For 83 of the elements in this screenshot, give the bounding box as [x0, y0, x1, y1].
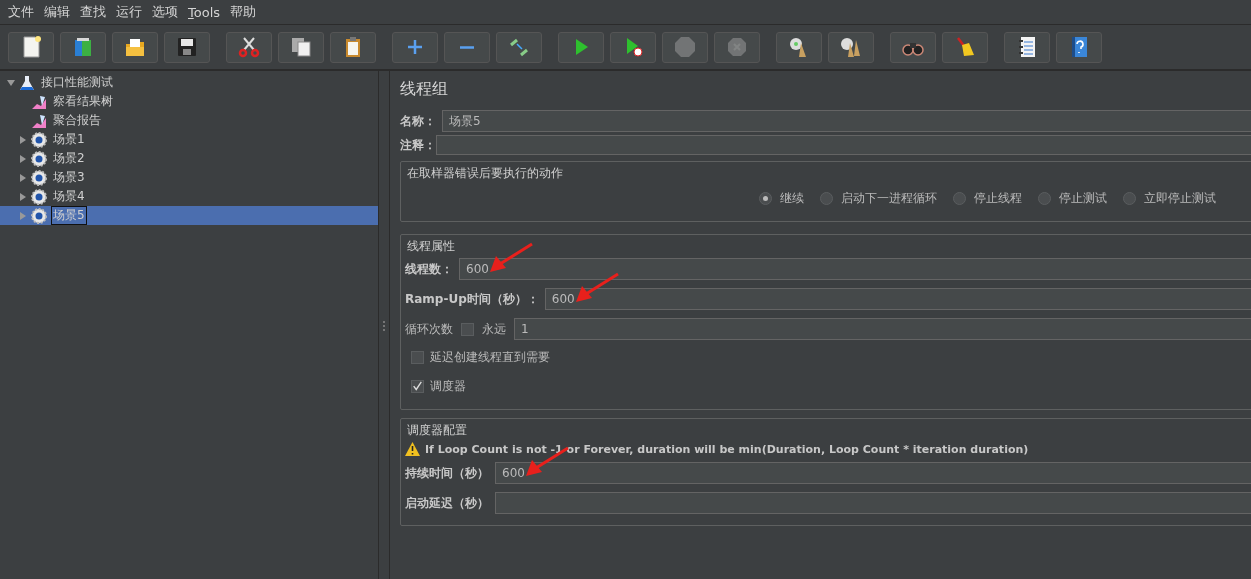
checkbox-label: 调度器 [430, 378, 466, 395]
warning-icon [405, 442, 420, 456]
input-field[interactable] [495, 492, 1251, 514]
radio-label: 继续 [780, 190, 804, 207]
toolbar-button[interactable] [1004, 31, 1050, 63]
expand-icon [19, 211, 27, 220]
toolbar-button[interactable] [828, 31, 874, 63]
menu-item[interactable]: 编辑 [40, 3, 74, 21]
radio-button[interactable] [759, 192, 772, 205]
expand-icon [19, 135, 27, 144]
field-label: 循环次数 [405, 320, 453, 338]
stop-sign-icon [673, 35, 697, 59]
collapse-icon [7, 78, 15, 87]
checkbox[interactable] [461, 322, 474, 336]
copy-icon [289, 35, 313, 59]
expand-icon [19, 154, 27, 163]
gear-icon [30, 149, 48, 168]
toolbar-button[interactable] [610, 31, 656, 63]
toolbar-button[interactable] [278, 31, 324, 63]
toolbar-button[interactable] [8, 31, 54, 63]
input-field[interactable]: 600 [459, 258, 1251, 280]
tree-item[interactable]: 场景3 [0, 168, 378, 187]
checkbox-label: 永远 [482, 320, 506, 338]
toolbar-button[interactable] [890, 31, 936, 63]
tree-item[interactable]: 场景1 [0, 130, 378, 149]
tree-item[interactable]: 察看结果树 [0, 92, 378, 111]
scissors-icon [237, 35, 261, 59]
field-label: 线程数： [405, 260, 453, 278]
radio-label: 停止线程 [974, 190, 1022, 207]
menu-item[interactable]: 文件 [4, 3, 38, 21]
checkbox[interactable] [411, 351, 424, 364]
tree-item[interactable]: 场景2 [0, 149, 378, 168]
radio-button[interactable] [1038, 192, 1051, 205]
tree-item[interactable]: 聚合报告 [0, 111, 378, 130]
group-title: 线程属性 [405, 238, 457, 255]
toolbar-button[interactable] [776, 31, 822, 63]
tree-item[interactable]: 接口性能测试 [0, 73, 378, 92]
input-field[interactable] [436, 135, 1251, 155]
toolbar-button[interactable] [942, 31, 988, 63]
checkbox[interactable] [411, 380, 424, 393]
input-field[interactable]: 1 [514, 318, 1251, 340]
radio-label: 停止测试 [1059, 190, 1107, 207]
input-field[interactable]: 600 [495, 462, 1251, 484]
radio-button[interactable] [1123, 192, 1136, 205]
stop-sign-icon [725, 35, 749, 59]
floppy-icon [175, 35, 199, 59]
group-title: 调度器配置 [405, 422, 469, 439]
radio-label: 立即停止测试 [1144, 190, 1216, 207]
toolbar-button[interactable] [330, 31, 376, 63]
menu-item[interactable]: 选项 [148, 3, 182, 21]
menu-item[interactable]: Tools [184, 4, 225, 20]
input-field[interactable]: 600 [544, 288, 1251, 310]
input-field[interactable]: 场景5 [442, 110, 1251, 132]
expand-icon [19, 173, 27, 182]
toolbar-button[interactable] [60, 31, 106, 63]
checkbox-label: 延迟创建线程直到需要 [430, 349, 550, 366]
toolbar-button[interactable] [164, 31, 210, 63]
gear-icon [30, 130, 48, 149]
radio-label: 启动下一进程循环 [841, 190, 937, 207]
gear-icon [30, 206, 48, 225]
menu-item[interactable]: 运行 [112, 3, 146, 21]
expand-icon [19, 192, 27, 201]
field-label: 注释： [400, 136, 436, 154]
grip-icon [382, 319, 386, 332]
minus-icon [460, 45, 474, 49]
menu-item[interactable]: 帮助 [226, 3, 261, 21]
panel-title: 线程组 [400, 77, 449, 100]
group-title: 在取样器错误后要执行的动作 [405, 165, 565, 182]
toolbar-button[interactable] [226, 31, 272, 63]
gear-icon [30, 187, 48, 206]
gear-icon [30, 168, 48, 187]
field-label: Ramp-Up时间（秒）： [405, 290, 539, 308]
check-icon [412, 380, 423, 393]
toolbar-button[interactable] [1056, 31, 1102, 63]
menu-item[interactable]: 查找 [76, 3, 110, 21]
field-label: 启动延迟（秒） [405, 494, 489, 512]
radio-button[interactable] [820, 192, 833, 205]
field-label: 持续时间（秒） [405, 464, 489, 482]
toolbar-button[interactable] [112, 31, 158, 63]
flask-icon [18, 73, 36, 92]
radio-button[interactable] [953, 192, 966, 205]
field-label: 名称： [400, 112, 436, 130]
tree-item[interactable]: 场景4 [0, 187, 378, 206]
